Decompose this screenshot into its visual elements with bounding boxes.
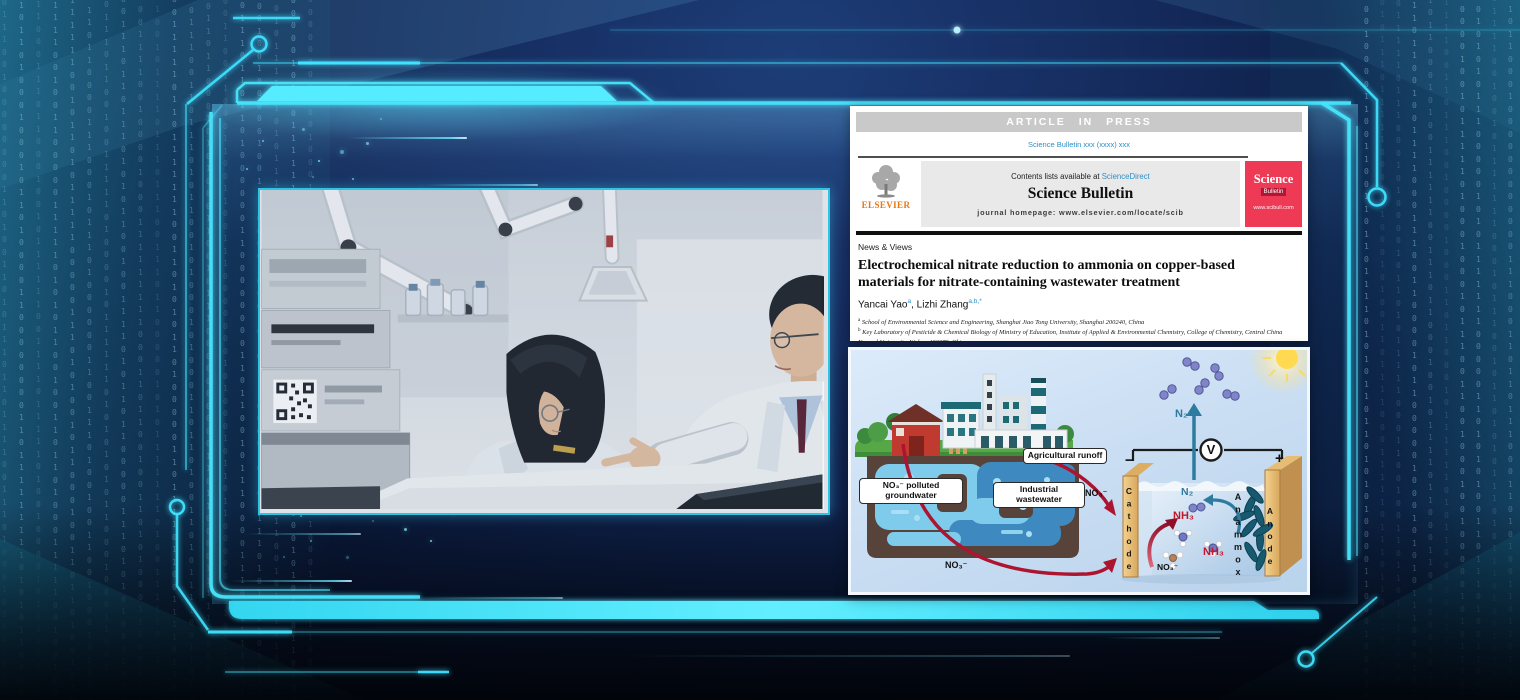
- glow-particle: [318, 160, 320, 162]
- no3-cell-label: NO₃⁻: [1157, 562, 1178, 573]
- article-in-press-banner: ARTICLE IN PRESS: [856, 112, 1302, 132]
- logo-url: www.scibull.com: [1253, 205, 1293, 211]
- nh3-label-1: NH₃: [1173, 510, 1194, 522]
- author-2-affil-mark: a,b,*: [968, 298, 981, 305]
- elsevier-tree-icon: [868, 163, 904, 199]
- anammox-label: Anammox: [1233, 492, 1243, 576]
- cathode-label: Cathode: [1124, 486, 1134, 578]
- glow-particle: [372, 520, 374, 522]
- broadcast-graphic: 1 1 1 0 1 1 1 0 0 1 0 0 0 0 0 0 0 0 1 1 …: [0, 0, 1520, 700]
- nh3-label-2: NH₃: [1203, 546, 1224, 558]
- citation-line: Science Bulletin xxx (xxxx) xxx: [856, 140, 1302, 149]
- plus-terminal: +: [1275, 450, 1284, 467]
- divider: [858, 156, 1248, 158]
- elsevier-wordmark: ELSEVIER: [862, 200, 911, 210]
- light-streak: [347, 137, 467, 139]
- n2-up-arrow: [1186, 403, 1202, 416]
- light-streak: [230, 580, 352, 582]
- glow-particle: [430, 540, 432, 542]
- factory: [941, 374, 1067, 448]
- author-1: Yancai Yao: [858, 300, 907, 311]
- light-streak: [425, 184, 538, 186]
- logo-line1: Science: [1254, 172, 1294, 187]
- glow-particle: [246, 168, 248, 170]
- affiliation-a: a School of Environmental Science and En…: [858, 317, 1300, 328]
- glow-particle: [352, 178, 354, 180]
- n2-out-label: N₂: [1175, 408, 1188, 420]
- groundwater-label: NO₃⁻ polluted groundwater: [859, 478, 963, 504]
- agricultural-runoff-label: Agricultural runoff: [1023, 448, 1107, 464]
- contents-line: Contents lists available at ScienceDirec…: [1011, 172, 1150, 181]
- voltmeter-label: V: [1205, 442, 1217, 457]
- affil-b-text: Key Laboratory of Pesticide & Chemical B…: [858, 330, 1282, 347]
- sun-icon: [1249, 350, 1307, 394]
- section-label: News & Views: [858, 242, 1302, 252]
- no3-flow-label-1: NO₃⁻: [945, 560, 967, 571]
- science-bulletin-logo: Science Bulletin www.scibull.com: [1245, 161, 1302, 227]
- glow-particle: [312, 176, 314, 178]
- anode-side: [1280, 456, 1302, 576]
- lab-photo: [258, 188, 830, 515]
- light-streak: [620, 655, 1070, 657]
- lab-photo-art: [260, 190, 824, 509]
- light-streak: [245, 533, 361, 535]
- glow-particle: [366, 142, 369, 145]
- anode-label: Anode: [1265, 506, 1275, 578]
- glow-particle: [262, 140, 264, 142]
- industrial-wastewater-label: Industrial wastewater: [993, 482, 1085, 508]
- affil-a-text: School of Environmental Science and Engi…: [860, 319, 1144, 326]
- contents-box: Contents lists available at ScienceDirec…: [921, 161, 1240, 227]
- paper-title: Electrochemical nitrate reduction to amm…: [858, 257, 1294, 292]
- barn: [887, 404, 945, 458]
- journal-name: Science Bulletin: [1028, 185, 1133, 203]
- glow-particle: [300, 515, 302, 517]
- light-streak: [1100, 637, 1220, 639]
- journal-homepage[interactable]: journal homepage: www.elsevier.com/locat…: [977, 208, 1183, 217]
- no3-flow-label-2: NO₃⁻: [1085, 488, 1107, 499]
- n2-cell-label: N₂: [1181, 486, 1193, 498]
- glow-particle: [380, 118, 382, 120]
- glow-particle: [404, 528, 407, 531]
- author-line: Yancai Yaoa, Lizhi Zhanga,b,*: [858, 298, 1300, 310]
- logo-line2: Bulletin: [1261, 188, 1287, 196]
- contents-prefix: Contents lists available at: [1011, 172, 1102, 181]
- glow-particle: [340, 150, 344, 154]
- glow-particle: [310, 540, 312, 542]
- header-trapezoid: [257, 86, 617, 101]
- affiliation-b: b Key Laboratory of Pesticide & Chemical…: [858, 327, 1300, 348]
- sciencedirect-link[interactable]: ScienceDirect: [1102, 172, 1150, 181]
- affiliations: a School of Environmental Science and En…: [858, 317, 1300, 349]
- elsevier-logo: ELSEVIER: [856, 161, 916, 227]
- graphical-abstract-panel: NO₃⁻ polluted groundwater Agricultural r…: [848, 347, 1310, 595]
- journal-article-panel: ARTICLE IN PRESS Science Bulletin xxx (x…: [850, 106, 1308, 341]
- author-2: , Lizhi Zhang: [911, 300, 968, 311]
- frame-bottom-bar: [229, 601, 1319, 619]
- light-streak: [413, 597, 563, 599]
- minus-terminal: −: [1125, 452, 1134, 469]
- glow-particle: [283, 556, 285, 558]
- thick-divider: [856, 231, 1302, 235]
- glow-particle: [346, 556, 349, 559]
- glow-particle: [302, 128, 305, 131]
- landscape: [855, 374, 1079, 558]
